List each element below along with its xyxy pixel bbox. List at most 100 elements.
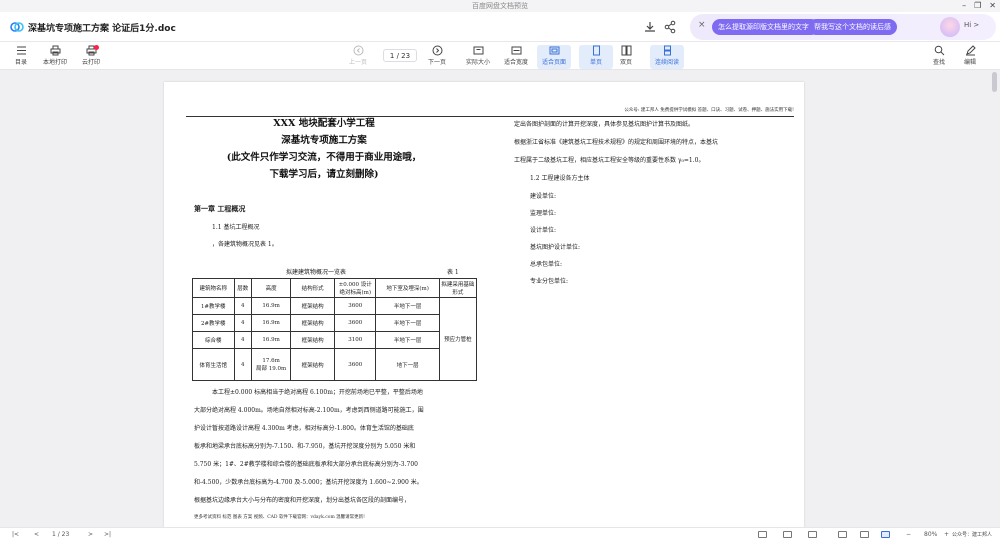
local-print-button[interactable]: 本地打印 <box>38 45 72 69</box>
view-mode-single-icon[interactable] <box>758 531 767 538</box>
actual-size-button[interactable]: 实际大小 <box>461 45 495 69</box>
continuous-read-button[interactable]: 连续阅读 <box>650 45 684 69</box>
fit-width-status-icon[interactable] <box>838 531 847 538</box>
table-cell: 16.9m <box>250 297 292 315</box>
fit-width-icon <box>511 46 521 55</box>
doc-heading-notice-1: (此文件只作学习交流，不得用于商业用途哦， <box>226 152 422 163</box>
doc-heading-notice-2: 下载学习后，请立刻删除) <box>269 169 379 180</box>
printer-icon <box>50 45 60 56</box>
table-cell: 4 <box>233 348 252 381</box>
share-icon[interactable] <box>663 20 677 34</box>
first-page-button[interactable]: |< <box>12 531 19 538</box>
fit-page-button[interactable]: 适合页面 <box>537 45 571 69</box>
body-line: 板承和地梁承台底标高分别为-7.150、和-7.950，基坑开挖深度分别为 5.… <box>194 443 416 450</box>
viewer-toolbar: 目录 本地打印 云打印 上一页 1 / 23 下一页 实际大小 适合宽度 适合页… <box>0 42 1000 70</box>
double-page-label: 双页 <box>619 59 632 66</box>
minimize-button[interactable]: – <box>962 0 966 12</box>
close-button[interactable]: ✕ <box>989 0 996 12</box>
assistant-suggestion-1[interactable]: 怎么提取源印版文档里的文字? <box>712 19 819 35</box>
fit-width-button[interactable]: 适合宽度 <box>499 45 533 69</box>
last-page-button[interactable]: >| <box>104 531 111 538</box>
prev-page-button[interactable]: 上一页 <box>341 45 375 69</box>
document-header: 深基坑专项施工方案 论证后1分.doc × 怎么提取源印版文档里的文字? 帮我写… <box>0 12 1000 42</box>
table-header-cell: 拟建采用基础形式 <box>438 278 478 298</box>
actual-size-icon <box>473 46 483 55</box>
table-cell: 体育生活馆 <box>192 348 235 381</box>
notification-dot <box>94 45 99 50</box>
cloud-print-button[interactable]: 云打印 <box>74 45 108 69</box>
local-print-label: 本地打印 <box>42 59 67 66</box>
continuous-read-label: 连续阅读 <box>654 59 679 66</box>
table-row: 综合楼 4 16.9m 框架结构 3100 半地下一层 <box>192 331 477 349</box>
bottom-statusbar: |< < 1 / 23 > >| − 80% + 公众号：建工邦人 <box>0 527 1000 541</box>
page-indicator[interactable]: 1 / 23 <box>52 531 69 538</box>
view-mode-continuous-icon[interactable] <box>808 531 817 538</box>
window-titlebar: 百度网盘文档预览 – ❐ ✕ <box>0 0 1000 12</box>
doc-heading-project: XXX 地块配套小学工程 <box>273 118 375 129</box>
table-cell: 3600 <box>333 297 377 315</box>
continuous-read-icon <box>663 45 671 56</box>
fit-page-status-icon[interactable] <box>881 531 890 538</box>
table-cell: 综合楼 <box>192 331 235 349</box>
table-row: 2#教学楼 4 16.9m 框架结构 3600 半地下一层 <box>192 314 477 332</box>
page-number-input[interactable]: 1 / 23 <box>383 49 417 62</box>
table-cell: 1#教学楼 <box>192 297 235 315</box>
actual-size-status-icon[interactable] <box>860 531 869 538</box>
vertical-scrollbar[interactable] <box>992 72 997 92</box>
single-page-icon <box>592 45 600 56</box>
search-label: 查找 <box>932 59 945 66</box>
page-footer-note: 更多考试资料 标范 图表 方案 视频、CAD 软件下载官网：vdayk.com … <box>194 515 365 520</box>
right-body-line: 工程属于二级基坑工程，相应基坑工程安全等级的重要性系数 γ₀=1.0。 <box>514 157 705 164</box>
body-line: 5.750 米；1#、2#教学楼和综合楼的基础底板承和大部分承台底标高分别为-3… <box>194 461 418 468</box>
next-page-button[interactable]: 下一页 <box>420 45 454 69</box>
body-line: 护设计暂按道路设计高程 4.300m 考虑，相对标高分-1.800。体育生活馆的… <box>194 425 414 432</box>
right-body-line: 定出各图护剖面的计算开挖深度，具体参见基坑图护计算书及图纸。 <box>514 121 695 128</box>
chevron-right-circle-icon <box>432 45 442 56</box>
assistant-greeting[interactable]: Hi > <box>964 21 979 29</box>
table-caption: 拟建建筑物概况一览表 <box>286 269 347 276</box>
next-page-status-button[interactable]: > <box>88 531 93 538</box>
assistant-close-button[interactable]: × <box>698 20 706 30</box>
body-line: 根据基坑边缘承台大小与分布的密度和开挖深度，划分出基坑各区段的剖面编号， <box>194 497 411 504</box>
table-header-cell: 结构形式 <box>290 278 335 298</box>
search-button[interactable]: 查找 <box>922 45 956 69</box>
table-cell: 半地下一层 <box>375 331 440 349</box>
edit-button[interactable]: 编辑 <box>953 45 987 69</box>
table-header-row: 建筑物名称 层数 高度 结构形式 ±0.000 设计绝对标高(m) 地下室及埋深… <box>192 278 478 298</box>
view-mode-double-icon[interactable] <box>783 531 792 538</box>
prev-page-status-button[interactable]: < <box>34 531 39 538</box>
table-cell: 16.9m <box>250 331 292 349</box>
table-header-cell: ±0.000 设计绝对标高(m) <box>333 278 377 298</box>
toc-button[interactable]: 目录 <box>4 45 38 69</box>
chevron-left-circle-icon <box>353 45 363 56</box>
zoom-out-button[interactable]: − <box>906 531 911 538</box>
table-cell: 4 <box>233 297 252 315</box>
single-page-button[interactable]: 单页 <box>579 45 613 69</box>
doc-heading-plan: 深基坑专项施工方案 <box>281 135 367 146</box>
search-icon <box>934 45 944 56</box>
restore-button[interactable]: ❐ <box>974 0 981 12</box>
table-cell: 框架结构 <box>290 297 335 315</box>
table-header-cell: 建筑物名称 <box>192 278 235 298</box>
document-page: 公众号: 建工邦人 免费提供学试模拟 答题、口诀、习题、试卷、押题、施法实用下载… <box>164 82 804 527</box>
party-line: 设计单位: <box>530 227 557 234</box>
baidu-netdisk-logo-icon <box>10 22 24 32</box>
double-page-button[interactable]: 双页 <box>609 45 643 69</box>
party-line: 建设单位: <box>530 193 557 200</box>
assistant-suggestion-2[interactable]: 帮我写这个文档的读后感 <box>808 19 897 35</box>
table-cell: 框架结构 <box>290 331 335 349</box>
party-line: 总承包单位: <box>530 261 563 268</box>
zoom-level[interactable]: 80% <box>924 531 937 538</box>
table-cell: 2#教学楼 <box>192 314 235 332</box>
zoom-in-button[interactable]: + <box>944 531 949 538</box>
app-window: 百度网盘文档预览 – ❐ ✕ 深基坑专项施工方案 论证后1分.doc × 怎么提… <box>0 0 1000 541</box>
double-page-icon <box>621 45 631 56</box>
assistant-avatar[interactable] <box>940 17 960 37</box>
table-cell: 半地下一层 <box>375 314 440 332</box>
document-viewer[interactable]: 公众号: 建工邦人 免费提供学试模拟 答题、口诀、习题、试卷、押题、施法实用下载… <box>0 70 1000 527</box>
table-cell: 4 <box>233 331 252 349</box>
fit-width-label: 适合宽度 <box>503 59 528 66</box>
ai-assistant-bar: × 怎么提取源印版文档里的文字? 帮我写这个文档的读后感 Hi > <box>690 14 996 40</box>
section-1-1-heading: 1.1 基坑工程概况 <box>212 224 260 231</box>
download-icon[interactable] <box>643 20 657 34</box>
